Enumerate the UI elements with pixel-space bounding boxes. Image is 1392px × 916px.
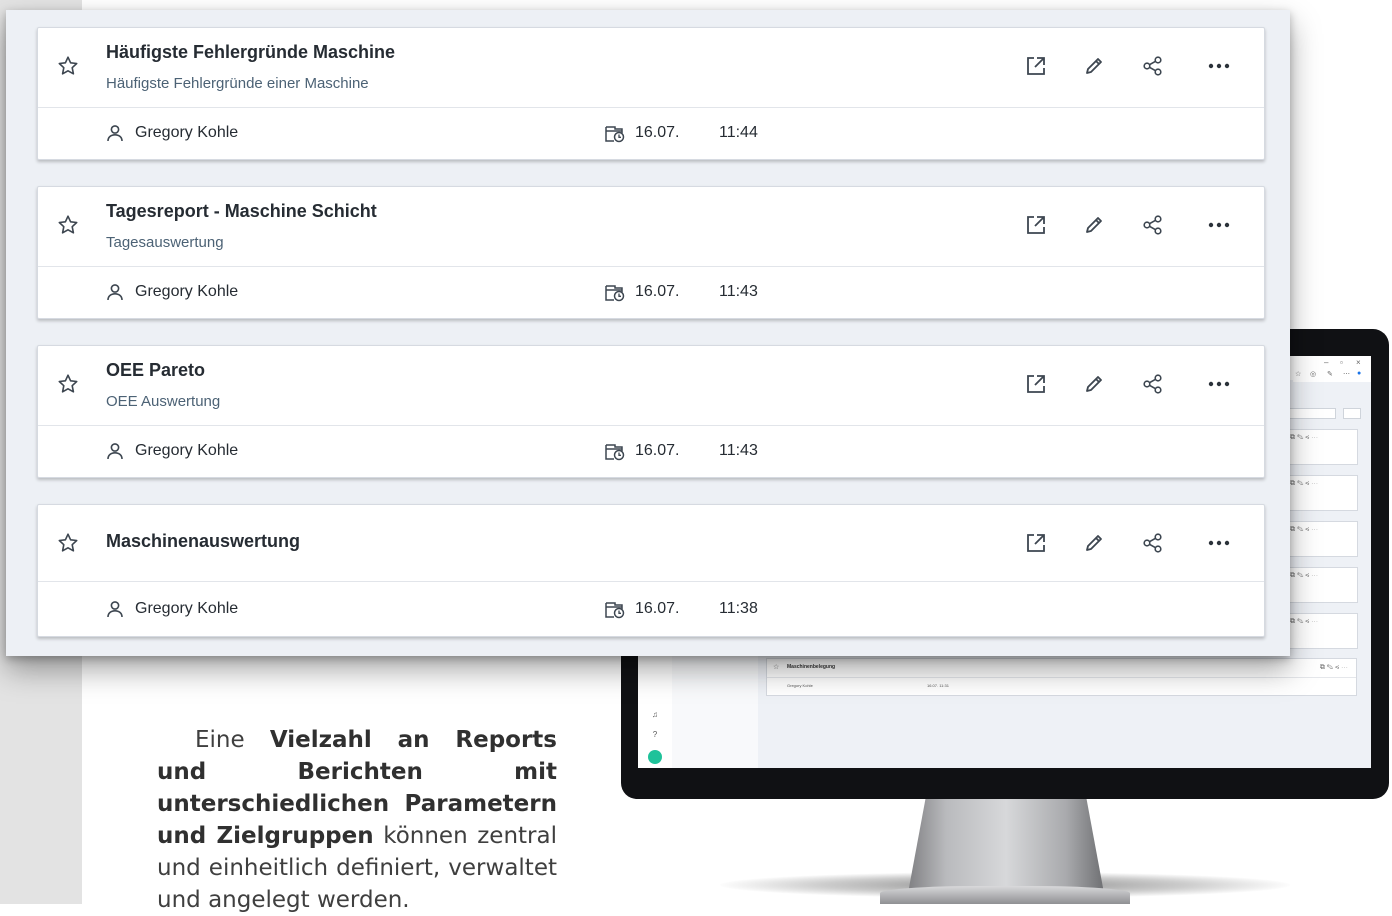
- mini-star-icon: ☆: [773, 664, 780, 671]
- mini-avatar: [648, 750, 662, 764]
- report-title[interactable]: Maschinenauswertung: [106, 531, 300, 552]
- report-title[interactable]: OEE Pareto: [106, 360, 205, 381]
- more-options-button[interactable]: [1205, 211, 1233, 239]
- report-author: Gregory Kohle: [135, 283, 239, 300]
- report-date: 16.07.: [635, 600, 680, 617]
- report-card-meta: Gregory Kohle 16.07. 11:44: [38, 108, 1264, 159]
- report-card-header: Maschinenauswertung: [38, 505, 1264, 582]
- mini-card: ⧉ ✎ ⋖ ⋯: [1287, 429, 1358, 465]
- monitor-foot: [880, 886, 1130, 904]
- report-date: 16.07.: [635, 124, 680, 141]
- open-external-button[interactable]: [1022, 529, 1050, 557]
- report-card[interactable]: Häufigste Fehlergründe Maschine Häufigst…: [37, 27, 1265, 160]
- mini-time: 11:31: [939, 683, 949, 688]
- mini-card: ⧉ ✎ ⋖ ⋯: [1287, 475, 1358, 511]
- share-icon: [1143, 56, 1162, 76]
- report-card-header: Häufigste Fehlergründe Maschine Häufigst…: [38, 28, 1264, 108]
- mini-card: ⧉ ✎ ⋖ ⋯: [1287, 613, 1358, 649]
- reports-window: Häufigste Fehlergründe Maschine Häufigst…: [6, 10, 1290, 656]
- report-time: 11:43: [719, 442, 758, 459]
- edit-button[interactable]: [1080, 52, 1108, 80]
- pencil-icon: [1086, 217, 1102, 233]
- mini-toolbar: ☆ ◎ ✎ ⋯ ●: [1293, 370, 1371, 382]
- report-subtitle: OEE Auswertung: [106, 393, 221, 410]
- calendar-clock-icon: [605, 444, 625, 461]
- share-icon: [1143, 533, 1162, 553]
- more-options-button[interactable]: [1205, 370, 1233, 398]
- person-icon: [107, 601, 123, 618]
- mini-help-icon: ?: [652, 730, 658, 739]
- share-button[interactable]: [1139, 370, 1167, 398]
- report-author: Gregory Kohle: [135, 124, 239, 141]
- share-icon: [1143, 374, 1162, 394]
- report-subtitle: Häufigste Fehlergründe einer Maschine: [106, 75, 369, 92]
- open-external-button[interactable]: [1022, 211, 1050, 239]
- report-time: 11:38: [719, 600, 758, 617]
- report-card-meta: Gregory Kohle 16.07. 11:43: [38, 267, 1264, 318]
- report-card-meta: Gregory Kohle 16.07. 11:43: [38, 426, 1264, 477]
- more-horizontal-icon: [1208, 222, 1230, 228]
- more-options-button[interactable]: [1205, 52, 1233, 80]
- mini-date: 16.07.: [927, 683, 939, 688]
- report-author: Gregory Kohle: [135, 600, 239, 617]
- more-horizontal-icon: [1208, 540, 1230, 546]
- mini-card: ⧉ ✎ ⋖ ⋯: [1287, 521, 1358, 557]
- marketing-description: Eine Vielzahl an Reports und Berichten m…: [157, 724, 557, 916]
- mini-card-author: Gregory Kohle: [787, 683, 813, 688]
- star-icon[interactable]: [56, 372, 80, 396]
- more-horizontal-icon: [1208, 63, 1230, 69]
- share-button[interactable]: [1139, 529, 1167, 557]
- more-horizontal-icon: [1208, 381, 1230, 387]
- person-icon: [107, 443, 123, 460]
- report-card-meta: Gregory Kohle 16.07. 11:38: [38, 582, 1264, 636]
- report-time: 11:44: [719, 124, 758, 141]
- open-external-icon: [1027, 216, 1045, 234]
- mini-card-date: 16.07. 11:31: [927, 683, 949, 688]
- description-lead: Eine: [195, 727, 270, 753]
- mini-card-actions: ⧉ ✎ ⋖ ⋯: [1319, 664, 1348, 671]
- edit-button[interactable]: [1080, 370, 1108, 398]
- report-card[interactable]: OEE Pareto OEE Auswertung Gregory Kohle …: [37, 345, 1265, 478]
- pencil-icon: [1086, 535, 1102, 551]
- mini-bell-icon: ♫: [652, 710, 658, 719]
- share-icon: [1143, 215, 1162, 235]
- report-card[interactable]: Tagesreport - Maschine Schicht Tagesausw…: [37, 186, 1265, 319]
- edit-button[interactable]: [1080, 211, 1108, 239]
- report-subtitle: Tagesauswertung: [106, 234, 224, 251]
- calendar-clock-icon: [605, 126, 625, 143]
- share-button[interactable]: [1139, 211, 1167, 239]
- person-icon: [107, 284, 123, 301]
- report-author: Gregory Kohle: [135, 442, 239, 459]
- pencil-icon: [1086, 376, 1102, 392]
- open-external-icon: [1027, 534, 1045, 552]
- calendar-clock-icon: [605, 602, 625, 619]
- report-card-header: OEE Pareto OEE Auswertung: [38, 346, 1264, 426]
- report-card-header: Tagesreport - Maschine Schicht Tagesausw…: [38, 187, 1264, 267]
- report-title[interactable]: Häufigste Fehlergründe Maschine: [106, 42, 395, 63]
- edit-button[interactable]: [1080, 529, 1108, 557]
- calendar-clock-icon: [605, 285, 625, 302]
- report-date: 16.07.: [635, 283, 680, 300]
- open-external-icon: [1027, 57, 1045, 75]
- mini-card-title: Maschinenbelegung: [787, 664, 836, 670]
- open-external-icon: [1027, 375, 1045, 393]
- report-card[interactable]: Maschinenauswertung Gregory Kohle 16.07.…: [37, 504, 1265, 637]
- more-options-button[interactable]: [1205, 529, 1233, 557]
- mini-card: ⧉ ✎ ⋖ ⋯: [1287, 567, 1358, 603]
- report-date: 16.07.: [635, 442, 680, 459]
- pencil-icon: [1086, 58, 1102, 74]
- report-time: 11:43: [719, 283, 758, 300]
- star-icon[interactable]: [56, 531, 80, 555]
- person-icon: [107, 125, 123, 142]
- open-external-button[interactable]: [1022, 370, 1050, 398]
- mini-search-input: [1288, 408, 1336, 419]
- report-title[interactable]: Tagesreport - Maschine Schicht: [106, 201, 377, 222]
- share-button[interactable]: [1139, 52, 1167, 80]
- mini-filter-button: [1343, 408, 1361, 419]
- mini-report-card: ☆ Maschinenbelegung Gregory Kohle 16.07.…: [766, 658, 1357, 696]
- open-external-button[interactable]: [1022, 52, 1050, 80]
- star-icon[interactable]: [56, 213, 80, 237]
- star-icon[interactable]: [56, 54, 80, 78]
